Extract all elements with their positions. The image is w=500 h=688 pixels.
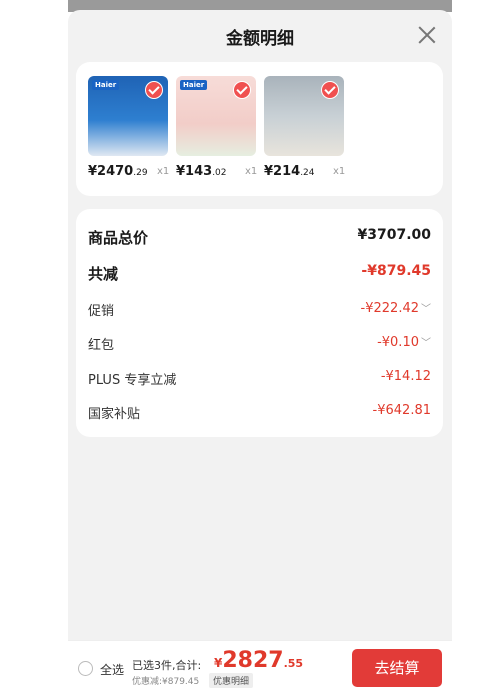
product-item[interactable]: Haier <box>88 76 170 156</box>
discount-text: 优惠减:¥879.45 <box>132 677 200 687</box>
sheet-title: 金额明细 <box>226 29 294 49</box>
total-amount: ¥2827.55 <box>214 648 304 673</box>
subsidy-value: -¥642.81 <box>372 403 431 418</box>
chevron-down-icon: ﹀ <box>421 304 431 315</box>
brand-label: Haier <box>92 80 120 90</box>
summary-row-total: 商品总价 ¥3707.00 <box>88 227 431 247</box>
product-price: ¥214.24 <box>264 164 315 179</box>
summary-row-plus: PLUS 专享立减 -¥14.12 <box>88 369 431 388</box>
summary-row-reduce: 共减 -¥879.45 <box>88 263 431 283</box>
close-icon[interactable] <box>414 22 440 48</box>
product-qty: x1 <box>245 166 258 177</box>
product-thumbnail[interactable] <box>264 76 344 156</box>
select-all-radio[interactable] <box>78 661 93 676</box>
summary-row-redpacket[interactable]: 红包 -¥0.10 ﹀ <box>88 334 431 356</box>
selected-count-text: 已选3件,合计: <box>132 659 202 672</box>
product-thumbnail[interactable]: Haier <box>88 76 168 156</box>
discount-detail-button[interactable]: 优惠明细 <box>209 673 254 688</box>
selected-check-icon <box>145 81 163 99</box>
product-qty: x1 <box>157 166 170 177</box>
summary-row-promo[interactable]: 促销 -¥222.42 ﹀ <box>88 300 431 322</box>
promo-value: -¥222.42 <box>360 301 419 316</box>
product-item[interactable]: Haier <box>176 76 258 156</box>
checkout-button[interactable]: 去结算 <box>352 649 442 687</box>
select-all-label[interactable]: 全选 <box>100 661 124 678</box>
checkout-bar: 全选 已选3件,合计: ¥2827.55 优惠减:¥879.45 优惠明细 去结… <box>68 640 452 688</box>
summary-row-subsidy: 国家补贴 -¥642.81 <box>88 403 431 422</box>
product-price: ¥2470.29 <box>88 164 148 179</box>
product-item[interactable] <box>264 76 346 156</box>
chevron-down-icon: ﹀ <box>421 338 431 349</box>
total-value: ¥3707.00 <box>357 227 431 243</box>
selected-check-icon <box>321 81 339 99</box>
product-thumbnail[interactable]: Haier <box>176 76 256 156</box>
redpacket-value: -¥0.10 <box>377 335 419 350</box>
brand-label: Haier <box>180 80 208 90</box>
product-price: ¥143.02 <box>176 164 227 179</box>
products-card: Haier ¥2470.29 x1 Haier ¥143.02 x1 ¥214.… <box>76 62 443 196</box>
price-summary-card: 商品总价 ¥3707.00 共减 -¥879.45 促销 -¥222.42 ﹀ 红… <box>76 209 443 437</box>
selected-check-icon <box>233 81 251 99</box>
product-qty: x1 <box>333 166 346 177</box>
amount-detail-sheet: 金额明细 Haier ¥2470.29 x1 Haier ¥143.02 x1 … <box>68 10 452 687</box>
plus-value: -¥14.12 <box>380 369 431 384</box>
reduce-value: -¥879.45 <box>361 263 431 279</box>
